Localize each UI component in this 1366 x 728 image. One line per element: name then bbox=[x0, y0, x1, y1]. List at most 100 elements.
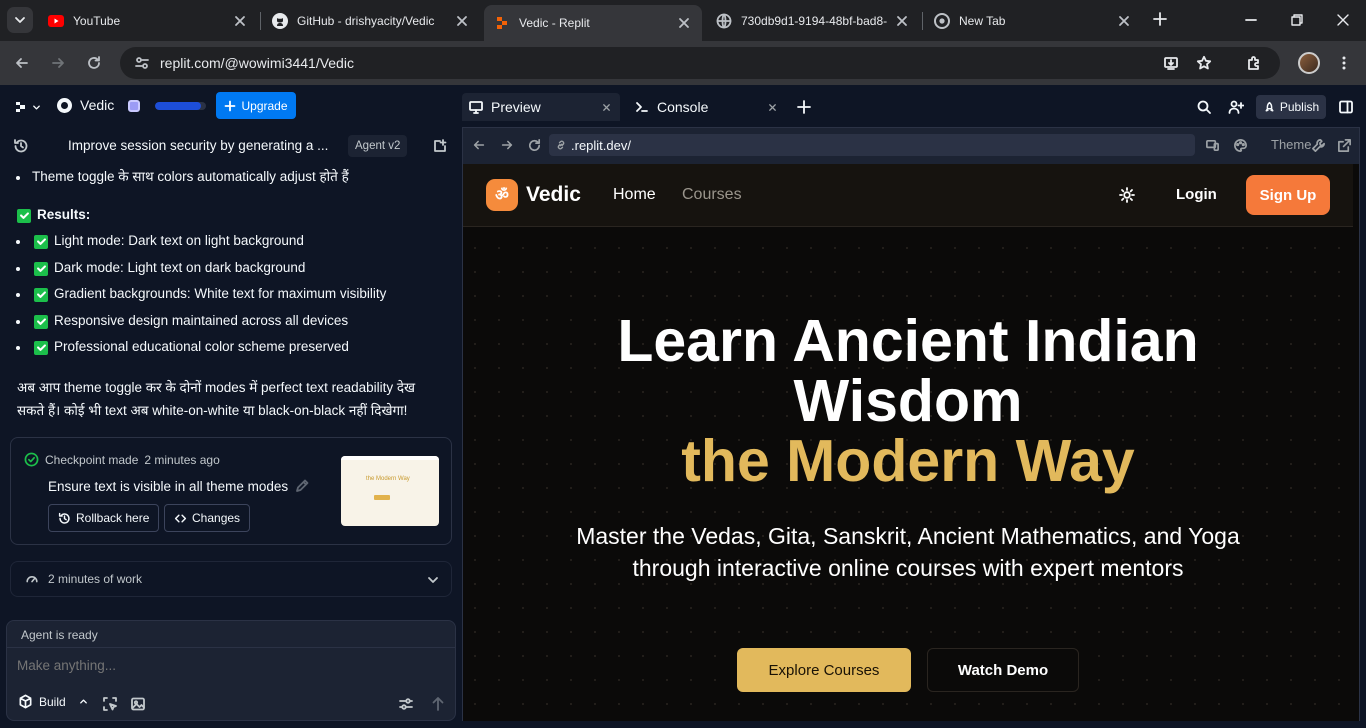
site-logo[interactable]: ॐ bbox=[486, 179, 518, 211]
devices-icon bbox=[1206, 139, 1219, 152]
tab-search-button[interactable] bbox=[7, 7, 33, 33]
sliders-icon bbox=[399, 698, 413, 710]
wrench-icon bbox=[1312, 139, 1325, 152]
preview-reload-button[interactable] bbox=[527, 138, 542, 153]
tab-label: Console bbox=[657, 99, 709, 115]
site-info-icon[interactable] bbox=[134, 55, 150, 71]
toggle-panel-button[interactable] bbox=[1338, 99, 1354, 115]
devtools-button[interactable] bbox=[1311, 138, 1326, 153]
attach-image-button[interactable] bbox=[130, 696, 146, 712]
tab-divider bbox=[922, 12, 923, 30]
preview-pane: .replit.dev/ Theme ॐ Vedic Home Courses … bbox=[462, 127, 1360, 721]
tab-new-tab[interactable]: New Tab bbox=[924, 5, 1142, 36]
publish-label: Publish bbox=[1279, 100, 1320, 114]
close-icon[interactable] bbox=[1116, 13, 1132, 29]
back-button[interactable] bbox=[14, 55, 30, 71]
login-button[interactable]: Login bbox=[1176, 186, 1217, 203]
close-icon[interactable] bbox=[676, 15, 692, 31]
usage-bar[interactable] bbox=[155, 102, 206, 110]
list-item: Gradient backgrounds: White text for max… bbox=[34, 285, 386, 303]
new-tab-button[interactable] bbox=[1152, 11, 1168, 27]
nav-link-courses[interactable]: Courses bbox=[682, 186, 742, 204]
close-icon[interactable] bbox=[454, 13, 470, 29]
pencil-icon[interactable] bbox=[294, 478, 310, 494]
close-icon bbox=[1337, 14, 1349, 26]
build-mode-selector[interactable]: Build bbox=[18, 694, 89, 709]
replit-menu-button[interactable] bbox=[15, 101, 42, 113]
extensions-button[interactable] bbox=[1246, 55, 1262, 71]
tab-console[interactable]: Console bbox=[628, 93, 786, 121]
publish-button[interactable]: Publish bbox=[1256, 95, 1326, 119]
invite-button[interactable] bbox=[1228, 99, 1244, 115]
reload-button[interactable] bbox=[86, 55, 102, 71]
restore-button[interactable] bbox=[1289, 12, 1305, 28]
select-element-icon bbox=[103, 697, 117, 711]
list-item-text: Professional educational color scheme pr… bbox=[54, 339, 349, 354]
checkpoint-thumbnail[interactable]: the Modern Way bbox=[341, 456, 439, 526]
profile-avatar[interactable] bbox=[1298, 52, 1320, 74]
agent-summary: अब आप theme toggle कर के दोनों modes में… bbox=[17, 376, 415, 422]
rollback-button[interactable]: Rollback here bbox=[48, 504, 160, 532]
watch-demo-button[interactable]: Watch Demo bbox=[927, 648, 1079, 692]
sun-icon[interactable] bbox=[1119, 187, 1135, 203]
hero-title-line2: Wisdom bbox=[793, 368, 1023, 434]
bullet-dot bbox=[16, 346, 20, 350]
cube-icon bbox=[19, 694, 32, 709]
chrome-menu-button[interactable] bbox=[1336, 55, 1352, 71]
close-icon[interactable] bbox=[601, 102, 612, 113]
check-icon bbox=[34, 287, 48, 302]
select-element-button[interactable] bbox=[102, 696, 118, 712]
hero-subtitle-line1: Master the Vedas, Gita, Sanskrit, Ancien… bbox=[576, 523, 1240, 549]
preview-url-input[interactable]: .replit.dev/ bbox=[549, 134, 1195, 156]
new-chat-icon[interactable] bbox=[432, 138, 448, 154]
tab-github[interactable]: GitHub - drishyacity/Vedic bbox=[262, 5, 480, 36]
gauge-icon bbox=[26, 576, 38, 583]
bookmark-button[interactable] bbox=[1196, 55, 1212, 71]
signup-button[interactable]: Sign Up bbox=[1246, 175, 1330, 215]
checkpoint-label: Checkpoint made bbox=[45, 452, 139, 467]
preview-back-button[interactable] bbox=[472, 138, 486, 152]
forward-button[interactable] bbox=[50, 55, 66, 71]
project-selector[interactable]: Vedic bbox=[57, 97, 114, 113]
search-button[interactable] bbox=[1196, 99, 1212, 115]
minimize-button[interactable] bbox=[1243, 12, 1259, 28]
explore-courses-button[interactable]: Explore Courses bbox=[737, 648, 911, 692]
checkpoint-text: Ensure text is visible in all theme mode… bbox=[48, 478, 289, 494]
tab-youtube[interactable]: YouTube bbox=[38, 5, 258, 36]
theme-label[interactable]: Theme bbox=[1271, 137, 1311, 152]
work-summary-toggle[interactable]: 2 minutes of work bbox=[10, 561, 452, 597]
thread-title[interactable]: Improve session security by generating a… bbox=[68, 138, 328, 153]
tab-uuid-page[interactable]: 730db9d1-9194-48bf-bad8- bbox=[706, 5, 920, 36]
prompt-input[interactable] bbox=[17, 658, 437, 673]
settings-button[interactable] bbox=[398, 696, 414, 712]
preview-forward-button[interactable] bbox=[500, 138, 514, 152]
tab-preview[interactable]: Preview bbox=[462, 93, 620, 121]
close-icon[interactable] bbox=[894, 13, 910, 29]
chevron-down-icon bbox=[15, 17, 25, 23]
close-icon[interactable] bbox=[232, 13, 248, 29]
site-brand[interactable]: Vedic bbox=[526, 183, 581, 207]
history-icon[interactable] bbox=[13, 138, 29, 154]
youtube-icon bbox=[48, 13, 64, 29]
changes-button[interactable]: Changes bbox=[164, 504, 251, 532]
upgrade-button[interactable]: Upgrade bbox=[216, 92, 296, 119]
devices-button[interactable] bbox=[1205, 138, 1220, 153]
agent-version-badge[interactable]: Agent v2 bbox=[348, 135, 408, 157]
send-button[interactable] bbox=[430, 696, 446, 712]
agent-status: Agent is ready bbox=[7, 621, 455, 648]
new-pane-button[interactable] bbox=[796, 99, 812, 115]
address-bar[interactable]: replit.com/@wowimi3441/Vedic bbox=[120, 47, 1280, 79]
theme-toggle-button[interactable] bbox=[1233, 138, 1248, 153]
close-icon[interactable] bbox=[767, 102, 778, 113]
tab-divider bbox=[260, 12, 261, 30]
external-link-icon bbox=[1338, 139, 1351, 152]
tab-replit[interactable]: Vedic - Replit bbox=[484, 5, 702, 41]
close-window-button[interactable] bbox=[1335, 12, 1351, 28]
open-new-tab-button[interactable] bbox=[1337, 138, 1352, 153]
arrow-left-icon bbox=[473, 140, 485, 150]
list-item: Responsive design maintained across all … bbox=[34, 312, 348, 330]
nav-link-home[interactable]: Home bbox=[613, 186, 656, 204]
install-app-button[interactable] bbox=[1163, 55, 1179, 71]
tab-title: GitHub - drishyacity/Vedic bbox=[297, 13, 435, 28]
check-icon bbox=[34, 261, 48, 276]
